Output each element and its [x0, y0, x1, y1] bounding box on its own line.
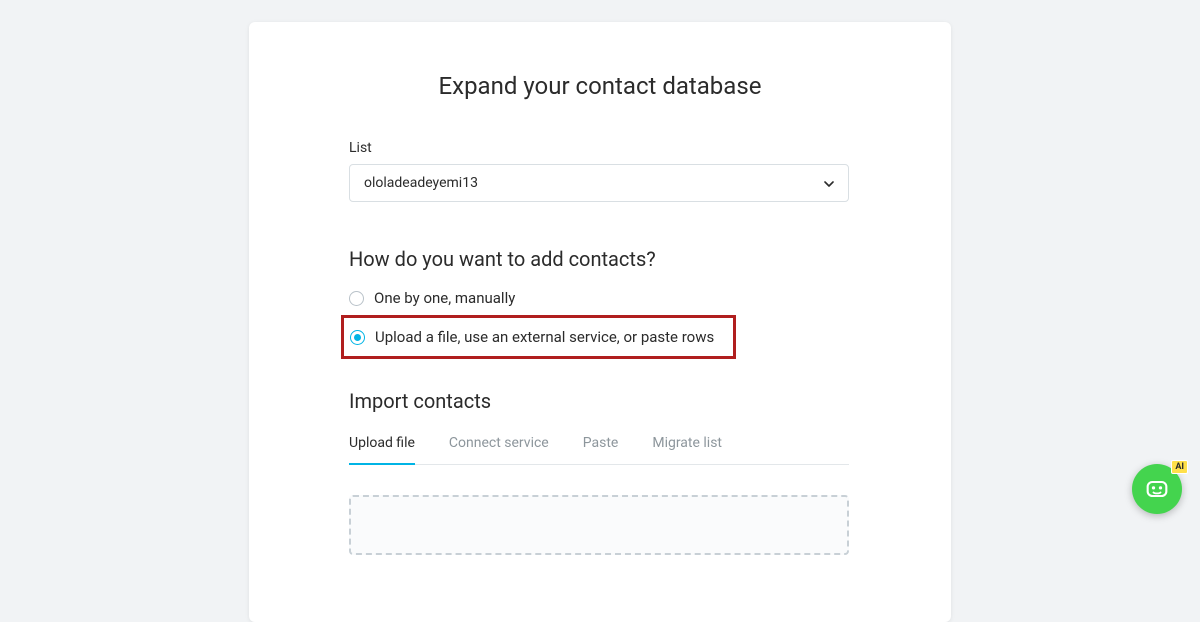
ai-badge: AI — [1171, 460, 1188, 474]
list-select[interactable]: ololadeadeyemi13 — [349, 164, 849, 202]
list-field-label: List — [349, 140, 851, 156]
chat-widget-button[interactable]: AI — [1132, 464, 1182, 514]
tab-paste[interactable]: Paste — [583, 435, 619, 464]
page-title: Expand your contact database — [289, 72, 911, 100]
radio-label-upload: Upload a file, use an external service, … — [375, 328, 714, 346]
tab-upload-file[interactable]: Upload file — [349, 435, 415, 465]
form-inner: List ololadeadeyemi13 How do you want to… — [289, 140, 911, 555]
tab-connect-service[interactable]: Connect service — [449, 435, 549, 464]
radio-option-upload[interactable]: Upload a file, use an external service, … — [350, 328, 714, 346]
chevron-down-icon — [824, 176, 834, 190]
import-section-title: Import contacts — [349, 389, 851, 413]
add-method-question: How do you want to add contacts? — [349, 247, 851, 271]
radio-label-manual: One by one, manually — [374, 289, 515, 307]
list-select-value: ololadeadeyemi13 — [364, 175, 478, 191]
highlighted-option: Upload a file, use an external service, … — [341, 315, 736, 359]
tab-migrate-list[interactable]: Migrate list — [652, 435, 722, 464]
list-select-wrap: ololadeadeyemi13 — [349, 164, 849, 202]
radio-icon — [349, 291, 364, 306]
radio-icon-checked — [350, 330, 365, 345]
bot-face-icon — [1143, 475, 1171, 503]
main-card: Expand your contact database List ololad… — [249, 22, 951, 622]
radio-option-manual[interactable]: One by one, manually — [349, 289, 851, 307]
import-tabs: Upload file Connect service Paste Migrat… — [349, 435, 849, 465]
file-dropzone[interactable] — [349, 495, 849, 555]
